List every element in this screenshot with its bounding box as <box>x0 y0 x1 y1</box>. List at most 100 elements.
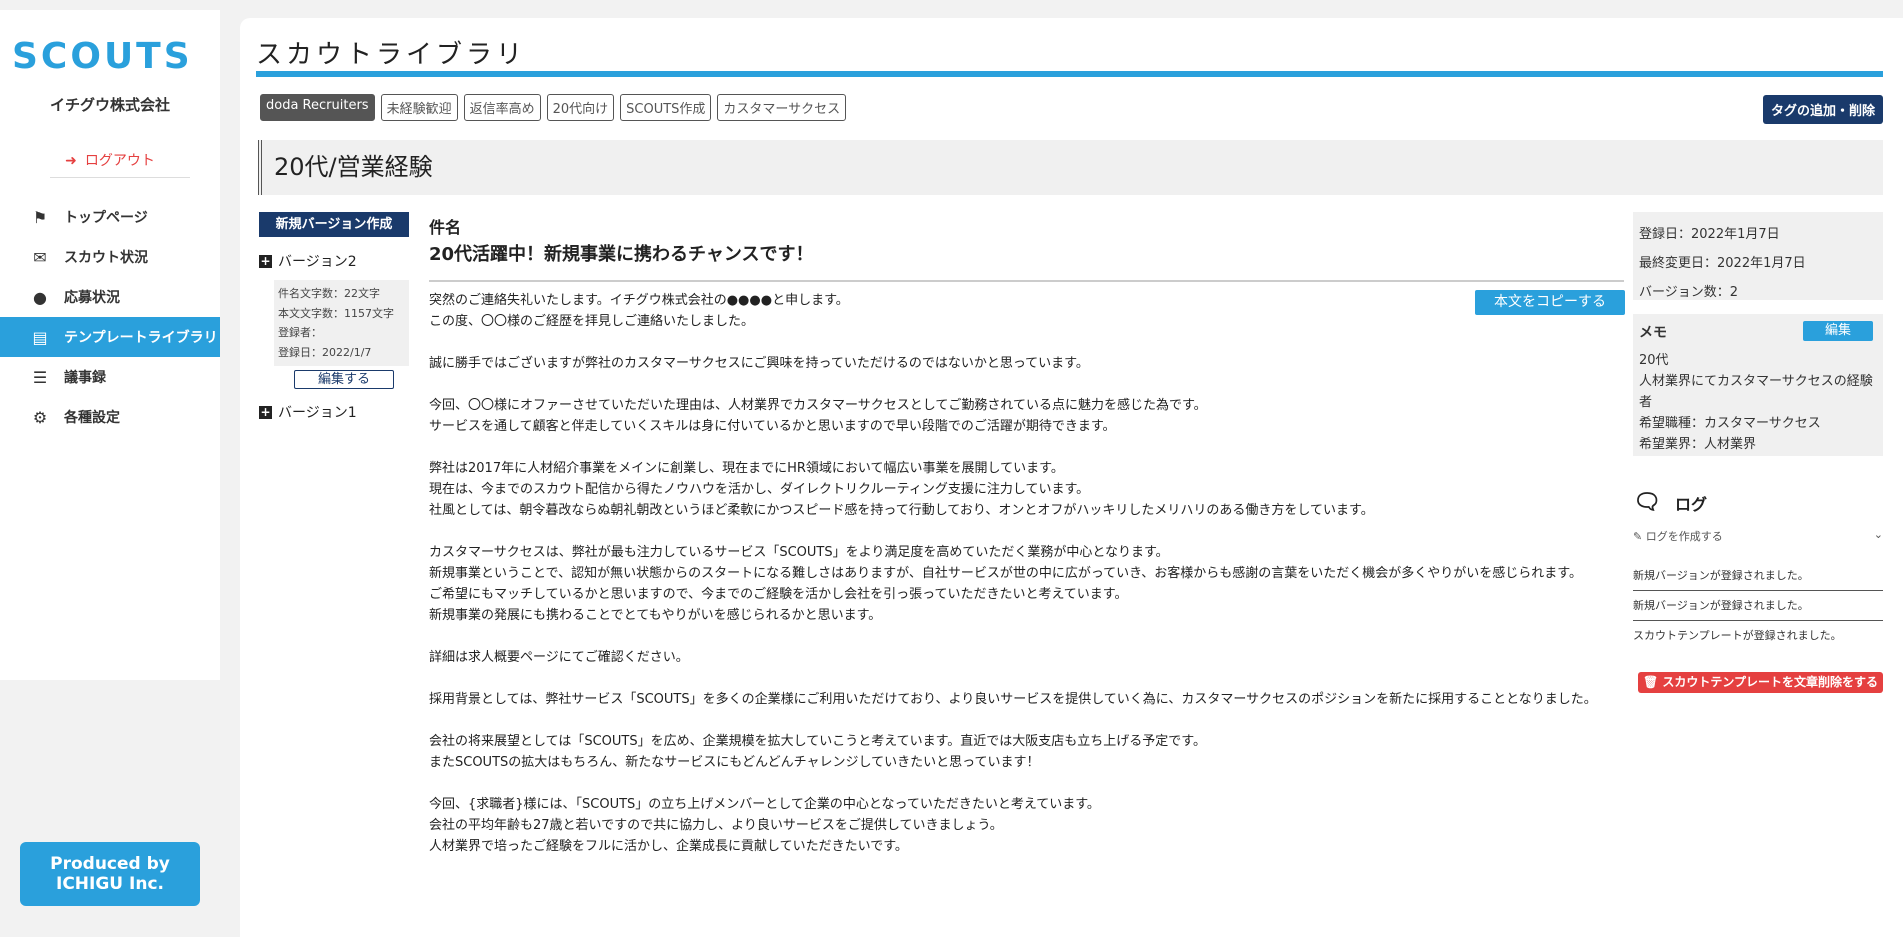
body-line: 今回、{求職者}様には、「SCOUTS」の立ち上げメンバーとして企業の中心となっ… <box>429 797 1100 812</box>
body-line: 弊社は2017年に人材紹介事業をメインに創業し、現在までにHR領域において幅広い… <box>429 461 1064 476</box>
list-icon: ☰ <box>32 367 48 387</box>
page-title: スカウトライブラリ <box>256 40 527 70</box>
body-line: この度、〇〇様のご経歴を拝見しご連絡いたしました。 <box>429 314 755 329</box>
sidebar-item-label: 各種設定 <box>64 410 120 426</box>
sidebar-item-label: テンプレートライブラリ <box>64 330 218 346</box>
book-icon: ▤ <box>32 327 48 347</box>
body-line: 詳細は求人概要ページにてご確認ください。 <box>429 650 689 665</box>
log-header: 🗨 ログ <box>1633 490 1707 515</box>
edit-tags-button[interactable]: タグの追加・削除 <box>1762 95 1883 124</box>
registered-date: 登録日：2022/1/7 <box>278 345 372 359</box>
company-name: イチグウ株式会社 <box>49 96 170 114</box>
tag-chip[interactable]: doda Recruiters <box>260 94 375 121</box>
body-line: 新規事業ということで、認知が無い状態からのスタートになる難しさはありますが、自社… <box>429 566 1582 581</box>
logout-label: ログアウト <box>84 153 155 169</box>
body-line: 突然のご連絡失礼いたします。イチグウ株式会社の●●●●と申します。 <box>429 293 849 308</box>
copy-body-button[interactable]: 本文をコピーする <box>1475 290 1625 315</box>
produced-by-badge[interactable]: Produced by ICHIGU Inc. <box>20 842 200 906</box>
log-item: 新規バージョンが登録されました。 <box>1633 561 1883 591</box>
app-logo[interactable]: SCOUTS <box>12 36 193 77</box>
body-line: 会社の平均年齢も27歳と若いですので共に協力し、より良いサービスをご提供していき… <box>429 818 1003 833</box>
tag-chip[interactable]: カスタマーサクセス <box>717 94 847 121</box>
memo-line: 人材業界にてカスタマーサクセスの経験者 <box>1639 374 1873 410</box>
tag-chip[interactable]: 20代向け <box>546 94 615 121</box>
memo-line: 希望職種：カスタマーサクセス <box>1639 416 1821 431</box>
body-line: 人材業界で培ったご経験をフルに活かし、企業成長に貢献していただきたいです。 <box>429 839 908 854</box>
sidebar-item-label: トップページ <box>64 210 148 226</box>
body-line <box>429 773 1625 794</box>
tag-chip[interactable]: SCOUTS作成 <box>620 94 712 121</box>
pencil-icon: ✎ <box>1633 530 1643 543</box>
log-title: ログ <box>1674 494 1707 514</box>
body-line: 新規事業の発展にも携わることでとてもやりがいを感じられるかと思います。 <box>429 608 882 623</box>
divider <box>429 280 1624 282</box>
version-label: バージョン1 <box>278 405 357 421</box>
flag-icon: ⚑ <box>32 207 48 227</box>
version-info: 件名文字数：22文字 本文文字数：1157文字 登録者： 登録日：2022/1/… <box>274 280 409 366</box>
tag-chip[interactable]: 返信率高め <box>463 94 541 121</box>
sidebar-item-label: 議事録 <box>64 370 106 386</box>
memo-line: 希望業界：人材業界 <box>1639 437 1757 452</box>
tag-chip[interactable]: 未経験歓迎 <box>380 94 458 121</box>
subject-text: 20代活躍中！新規事業に携わるチャンスです！ <box>429 244 814 265</box>
sidebar: SCOUTS イチグウ株式会社 ➜ ログアウト ⚑ トップページ ✉ スカウト状況… <box>0 10 220 680</box>
sidebar-item-top[interactable]: ⚑ トップページ <box>0 197 220 237</box>
sidebar-item-settings[interactable]: ⚙ 各種設定 <box>0 397 220 437</box>
version-item-1[interactable]: + バージョン1 <box>259 402 357 422</box>
version-item-2[interactable]: + バージョン2 <box>259 251 357 271</box>
subject-char-count: 件名文字数：22文字 <box>278 287 380 300</box>
main-panel: スカウトライブラリ doda Recruiters 未経験歓迎 返信率高め 20… <box>240 18 1903 937</box>
logout-link[interactable]: ➜ ログアウト <box>0 150 220 170</box>
updated-date: 最終変更日：2022年1月7日 <box>1639 256 1806 271</box>
subject-label: 件名 <box>429 218 462 237</box>
edit-version-button[interactable]: 編集する <box>294 370 394 389</box>
user-icon: ● <box>33 287 47 307</box>
tag-list: doda Recruiters 未経験歓迎 返信率高め 20代向け SCOUTS… <box>260 94 847 121</box>
sidebar-item-applications[interactable]: ● 応募状況 <box>0 277 220 317</box>
body-line: 採用背景としては、弊社サービス「SCOUTS」を多くの企業様にご利用いただけてお… <box>429 692 1597 707</box>
body-line <box>429 332 1625 353</box>
body-line: ご希望にもマッチしているかと思いますので、今までのご経験を活かし会社を引っ張って… <box>429 587 1128 602</box>
template-heading: 20代/営業経験 <box>258 140 1883 195</box>
create-log-toggle[interactable]: ✎ ログを作成する ⌄ <box>1633 528 1883 544</box>
body-line: 会社の将来展望としては「SCOUTS」を広め、企業規模を拡大していこうと考えてい… <box>429 734 1206 749</box>
registrant: 登録者： <box>278 326 322 339</box>
memo-edit-button[interactable]: 編集 <box>1803 321 1873 341</box>
body-line: またSCOUTSの拡大はもちろん、新たなサービスにもどんどんチャレンジしていきた… <box>429 755 1040 770</box>
delete-template-button[interactable]: 🗑 スカウトテンプレートを文章削除をする <box>1638 672 1883 693</box>
memo-body: 20代 人材業界にてカスタマーサクセスの経験者 希望職種：カスタマーサクセス 希… <box>1639 350 1877 455</box>
sidebar-item-label: 応募状況 <box>64 290 120 306</box>
sign-out-icon: ➜ <box>65 153 77 169</box>
version-count: バージョン数：2 <box>1639 285 1739 300</box>
body-line: サービスを通して顧客と伴走していくスキルは身に付いているかと思いますので早い段階… <box>429 419 1116 434</box>
body-char-count: 本文文字数：1157文字 <box>278 306 394 320</box>
version-label: バージョン2 <box>278 254 357 270</box>
meta-panel: 登録日：2022年1月7日 最終変更日：2022年1月7日 バージョン数：2 <box>1633 212 1883 300</box>
memo-panel: メモ 編集 20代 人材業界にてカスタマーサクセスの経験者 希望職種：カスタマー… <box>1633 314 1883 456</box>
divider <box>50 177 190 178</box>
log-item: 新規バージョンが登録されました。 <box>1633 591 1883 621</box>
sidebar-item-label: スカウト状況 <box>64 250 148 266</box>
body-line: 社風としては、朝令暮改ならぬ朝礼朝改というほど柔軟にかつスピード感を持って行動し… <box>429 503 1374 518</box>
new-version-button[interactable]: 新規バージョン作成 <box>259 212 409 237</box>
log-list: 新規バージョンが登録されました。 新規バージョンが登録されました。 スカウトテン… <box>1633 561 1883 651</box>
body-line <box>429 521 1625 542</box>
memo-line: 20代 <box>1639 353 1669 368</box>
sidebar-item-template-library[interactable]: ▤ テンプレートライブラリ <box>0 317 220 357</box>
body-line <box>429 668 1625 689</box>
body-line: 現在は、今までのスカウト配信から得たノウハウを活かし、ダイレクトリクルーティング… <box>429 482 1090 497</box>
sidebar-item-scout-status[interactable]: ✉ スカウト状況 <box>0 237 220 277</box>
envelope-icon: ✉ <box>33 247 47 267</box>
expand-icon: + <box>259 253 272 268</box>
produced-by-line1: Produced by <box>50 854 170 874</box>
body-line <box>429 710 1625 731</box>
body-line <box>429 374 1625 395</box>
title-underline <box>256 71 1883 77</box>
body-line: 誠に勝手ではございますが弊社のカスタマーサクセスにご興味を持っていただけるのでは… <box>429 356 1089 371</box>
sidebar-item-minutes[interactable]: ☰ 議事録 <box>0 357 220 397</box>
gear-icon: ⚙ <box>32 407 48 427</box>
produced-by-line2: ICHIGU Inc. <box>56 874 164 894</box>
body-line: カスタマーサクセスは、弊社が最も注力しているサービス「SCOUTS」をより満足度… <box>429 545 1169 560</box>
body-line <box>429 626 1625 647</box>
delete-label: スカウトテンプレートを文章削除をする <box>1662 675 1879 689</box>
